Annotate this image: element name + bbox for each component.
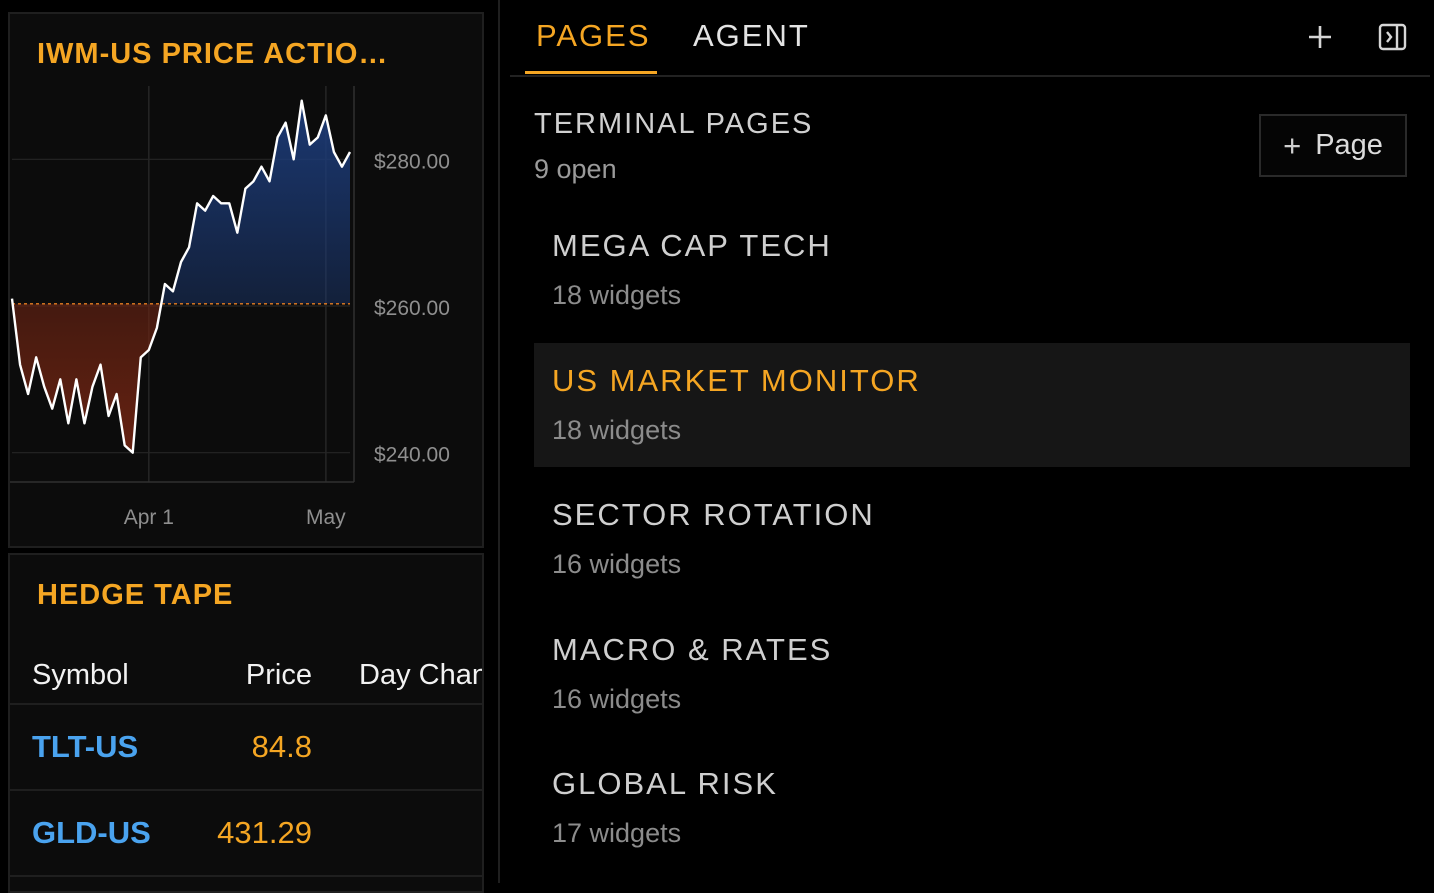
page-name: MEGA CAP TECH [552,228,832,263]
row-price: 84.8 [251,729,312,764]
price-chart[interactable]: $280.00 $260.00 $240.00 Apr 1 May [10,14,482,546]
page-item-sector-rotation[interactable]: SECTOR ROTATION 16 widgets [534,477,1410,601]
row-symbol[interactable]: GLD-US [32,791,151,875]
page-widget-count: 17 widgets [552,818,682,848]
chart-widget-title: IWM-US PRICE ACTIO… [37,38,389,70]
active-tab-indicator [525,71,657,74]
add-page-label: Page [1315,129,1383,161]
table-row[interactable]: GLD-US 431.29 [10,791,482,877]
page-widget-count: 18 widgets [552,415,682,445]
page-widget-count: 16 widgets [552,684,682,714]
page-item-macro-rates[interactable]: MACRO & RATES 16 widgets [534,612,1410,736]
page-widget-count: 18 widgets [552,280,682,310]
y-tick-label: $260.00 [374,297,450,320]
column-header-price[interactable]: Price [246,647,312,703]
page-name: US MARKET MONITOR [552,363,921,398]
sidebar-toggle-icon[interactable] [1378,22,1408,52]
plus-icon: + [1283,127,1302,163]
page-item-mega-cap-tech[interactable]: MEGA CAP TECH 18 widgets [534,208,1410,332]
section-title: TERMINAL PAGES [534,108,814,140]
hedge-tape-title: HEDGE TAPE [37,579,234,611]
row-symbol[interactable]: TLT-US [32,705,138,789]
page-name: GLOBAL RISK [552,766,778,801]
y-tick-label: $280.00 [374,150,450,173]
table-row[interactable]: TLT-US 84.8 [10,705,482,791]
column-header-day-change[interactable]: Day Chan [359,647,482,703]
table-header: Symbol Price Day Chan [10,647,482,705]
pages-sidebar: PAGES AGENT TERMINAL PAGES 9 open + Page… [498,0,1434,883]
tab-pages[interactable]: PAGES [536,18,651,54]
y-tick-label: $240.00 [374,444,450,467]
open-pages-count: 9 open [534,154,617,184]
page-widget-count: 16 widgets [552,549,682,579]
page-item-us-market-monitor[interactable]: US MARKET MONITOR 18 widgets [534,343,1410,467]
price-chart-widget: $280.00 $260.00 $240.00 Apr 1 May IWM-US PRI… [8,12,484,548]
plus-icon[interactable] [1306,20,1334,54]
page-item-global-risk[interactable]: GLOBAL RISK 17 widgets [534,746,1410,870]
page-name: MACRO & RATES [552,632,833,667]
page-name: SECTOR ROTATION [552,497,875,532]
x-tick-label: May [306,506,346,529]
tab-divider [510,75,1430,77]
column-header-symbol[interactable]: Symbol [32,647,129,703]
area-above-baseline [12,100,350,304]
tab-agent[interactable]: AGENT [693,18,810,54]
add-page-button[interactable]: + Page [1259,114,1407,177]
row-price: 431.29 [217,815,312,850]
x-tick-label: Apr 1 [124,506,174,529]
hedge-tape-widget: HEDGE TAPE Symbol Price Day Chan TLT-US … [8,553,484,893]
